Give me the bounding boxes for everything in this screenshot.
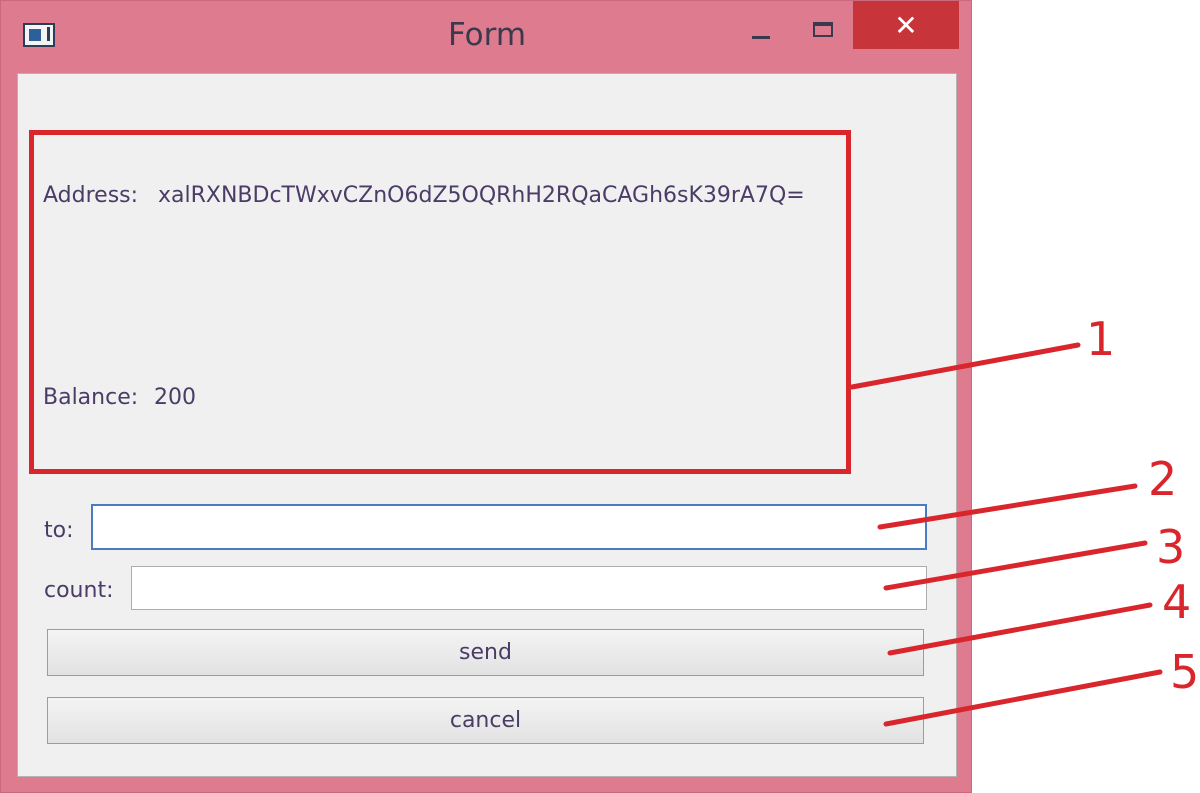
callout-line-3 (883, 540, 1148, 591)
callout-number-3: 3 (1156, 520, 1186, 574)
annotation-overlay (849, 342, 1163, 727)
callout-number-5: 5 (1170, 645, 1200, 699)
callout-line-5 (883, 669, 1163, 727)
callout-number-2: 2 (1148, 452, 1178, 506)
callout-line-1 (849, 342, 1081, 390)
callout-line-4 (887, 602, 1153, 656)
callout-number-1: 1 (1086, 312, 1116, 366)
callout-line-2 (877, 483, 1138, 530)
callout-number-4: 4 (1162, 575, 1192, 629)
